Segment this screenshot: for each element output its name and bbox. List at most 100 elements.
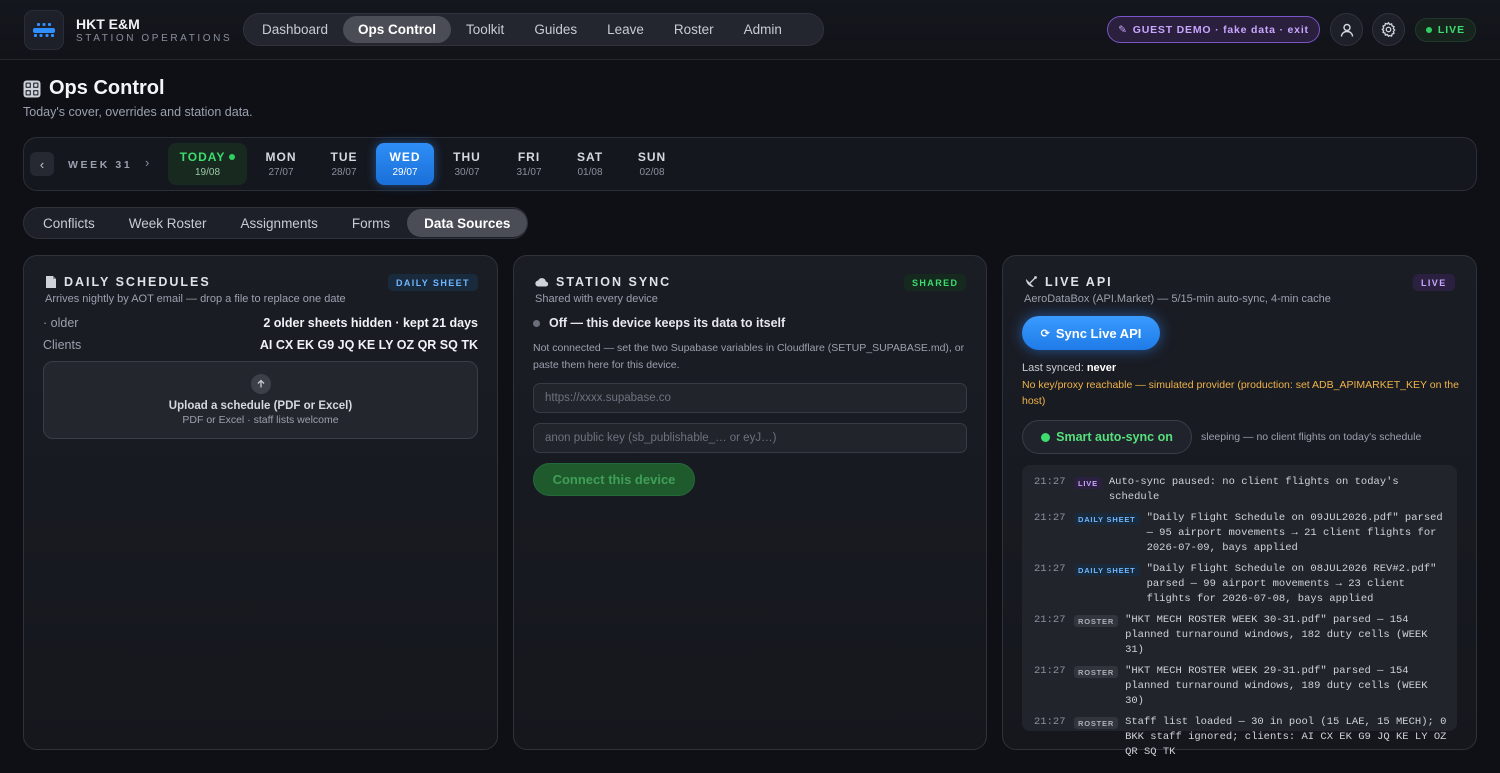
- day-fri[interactable]: FRI 31/07: [501, 143, 557, 185]
- user-button[interactable]: [1330, 13, 1363, 46]
- log-time: 21:27: [1034, 665, 1066, 677]
- day-date: 28/07: [331, 167, 357, 178]
- guest-demo-label: GUEST DEMO · fake data · exit: [1132, 23, 1309, 36]
- day-name: TODAY: [179, 150, 226, 164]
- day-name: FRI: [517, 150, 541, 164]
- log-tag: LIVE: [1074, 477, 1102, 489]
- clients-value: AI CX EK G9 JQ KE LY OZ QR SQ TK: [259, 338, 478, 352]
- today-dot-icon: [229, 154, 236, 160]
- page-subtitle: Today's cover, overrides and station dat…: [23, 105, 253, 119]
- day-date: 02/08: [639, 167, 665, 178]
- cloud-icon: [535, 278, 549, 287]
- log-row: 21:27 DAILY SHEET "Daily Flight Schedule o…: [1034, 562, 1447, 607]
- nav-leave[interactable]: Leave: [592, 16, 659, 43]
- live-badge: LIVE: [1413, 274, 1455, 291]
- log-message: Staff list loaded — 30 in pool (15 LAE, …: [1125, 716, 1447, 758]
- upload-dropzone[interactable]: Upload a schedule (PDF or Excel) PDF or …: [43, 361, 478, 439]
- live-status-label: LIVE: [1437, 24, 1466, 36]
- log-row: 21:27 ROSTER "HKT MECH ROSTER WEEK 29-31.p…: [1034, 664, 1447, 709]
- next-week-button[interactable]: ›: [145, 155, 149, 170]
- auto-sync-dot-icon: [1041, 432, 1051, 442]
- page-heading: Ops Control: [49, 77, 165, 99]
- daily-schedules-subtitle: Arrives nightly by AOT email — drop a fi…: [45, 293, 346, 305]
- supabase-key-input[interactable]: [533, 423, 967, 453]
- day-date: 01/08: [577, 167, 603, 178]
- day-name: MON: [265, 150, 297, 164]
- nav-roster[interactable]: Roster: [659, 16, 729, 43]
- day-date: 19/08: [194, 167, 221, 178]
- live-status-pill: LIVE: [1415, 18, 1476, 42]
- settings-button[interactable]: [1372, 13, 1405, 46]
- log-row: 21:27 ROSTER Staff list loaded — 30 in poo…: [1034, 715, 1447, 760]
- last-synced-value: never: [1086, 362, 1117, 374]
- log-row: 21:27 DAILY SHEET "Daily Flight Schedule o…: [1034, 511, 1447, 556]
- control-panel-icon: [23, 80, 41, 97]
- log-row: 21:27 LIVE Auto-sync paused: no client fli…: [1034, 475, 1447, 505]
- log-message: "HKT MECH ROSTER WEEK 30-31.pdf" parsed …: [1125, 614, 1428, 656]
- document-icon: [46, 276, 56, 288]
- sync-live-api-button[interactable]: ⟳ Sync Live API: [1022, 316, 1160, 350]
- log-message: "HKT MECH ROSTER WEEK 29-31.pdf" parsed …: [1125, 665, 1428, 707]
- log-time: 21:27: [1034, 614, 1066, 626]
- supabase-url-input[interactable]: [533, 383, 967, 413]
- nav-admin[interactable]: Admin: [729, 16, 797, 43]
- tab-conflicts[interactable]: Conflicts: [26, 209, 112, 237]
- brand-name: HKT E&M: [76, 16, 140, 32]
- day-thu[interactable]: THU 30/07: [439, 143, 495, 185]
- nav-toolkit[interactable]: Toolkit: [451, 16, 519, 43]
- week-selector: ‹ WEEK 31 › TODAY 19/08 MON 27/07 TUE 28…: [23, 137, 1477, 191]
- tab-assignments[interactable]: Assignments: [224, 209, 335, 237]
- previous-week-button[interactable]: ‹: [30, 152, 54, 176]
- nav-ops-control[interactable]: Ops Control: [343, 16, 452, 43]
- sync-icon: ⟳: [1040, 327, 1050, 340]
- gear-icon: [1381, 21, 1396, 38]
- sync-log: 21:27 LIVE Auto-sync paused: no client fli…: [1022, 465, 1457, 758]
- station-sync-title: STATION SYNC: [556, 275, 672, 289]
- day-date: 31/07: [516, 167, 542, 178]
- sync-state-label: Off — this device keeps its data to itse…: [549, 316, 786, 330]
- auto-sync-label: Smart auto-sync on: [1056, 430, 1173, 444]
- log-time: 21:27: [1034, 512, 1066, 524]
- satellite-dish-icon: [1026, 276, 1037, 287]
- day-tue[interactable]: TUE 28/07: [316, 143, 372, 185]
- log-message: "Daily Flight Schedule on 08JUL2026 REV#…: [1146, 563, 1437, 605]
- station-logo-icon[interactable]: [24, 10, 64, 50]
- station-sync-panel: STATION SYNC SHARED Shared with every de…: [513, 255, 987, 750]
- older-sheets-key: · older: [43, 316, 79, 330]
- user-icon: [1340, 23, 1353, 37]
- panel-title: DAILY SCHEDULES: [45, 275, 211, 289]
- log-time: 21:27: [1034, 563, 1066, 575]
- log-time: 21:27: [1034, 716, 1066, 728]
- provider-warning: No key/proxy reachable — simulated provi…: [1022, 379, 1459, 407]
- main-nav: Dashboard Ops Control Toolkit Guides Lea…: [243, 13, 824, 46]
- day-date: 29/07: [392, 167, 418, 178]
- auto-sync-toggle[interactable]: Smart auto-sync on: [1022, 420, 1192, 454]
- brand-subtitle: STATION OPERATIONS: [76, 33, 233, 44]
- log-tag: DAILY SHEET: [1074, 564, 1140, 576]
- log-tag: ROSTER: [1074, 666, 1119, 678]
- day-wed[interactable]: WED 29/07: [376, 143, 434, 185]
- last-synced-label: Last synced:: [1022, 362, 1084, 374]
- nav-dashboard[interactable]: Dashboard: [247, 16, 343, 43]
- tab-week-roster[interactable]: Week Roster: [112, 209, 224, 237]
- log-tag: ROSTER: [1074, 717, 1119, 729]
- day-date: 27/07: [268, 167, 294, 178]
- log-row: 21:27 ROSTER "HKT MECH ROSTER WEEK 30-31.p…: [1034, 613, 1447, 658]
- day-sat[interactable]: SAT 01/08: [562, 143, 618, 185]
- day-sun[interactable]: SUN 02/08: [624, 143, 680, 185]
- day-mon[interactable]: MON 27/07: [253, 143, 309, 185]
- day-today[interactable]: TODAY 19/08: [168, 143, 247, 185]
- log-tag: DAILY SHEET: [1074, 513, 1140, 525]
- top-bar: HKT E&M STATION OPERATIONS Dashboard Ops…: [0, 0, 1500, 60]
- tab-forms[interactable]: Forms: [335, 209, 407, 237]
- guest-demo-pill[interactable]: ✎ GUEST DEMO · fake data · exit: [1107, 16, 1320, 43]
- sync-note: Not connected — set the two Supabase var…: [533, 342, 965, 371]
- tab-data-sources[interactable]: Data Sources: [407, 209, 528, 237]
- upload-arrow-icon: [250, 374, 271, 394]
- nav-guides[interactable]: Guides: [519, 16, 592, 43]
- connect-device-button[interactable]: Connect this device: [533, 463, 695, 496]
- pencil-icon: ✎: [1118, 23, 1128, 36]
- log-message: "Daily Flight Schedule on 09JUL2026.pdf"…: [1146, 512, 1443, 554]
- sync-live-api-label: Sync Live API: [1055, 325, 1142, 341]
- last-synced: Last synced: never: [1022, 362, 1116, 374]
